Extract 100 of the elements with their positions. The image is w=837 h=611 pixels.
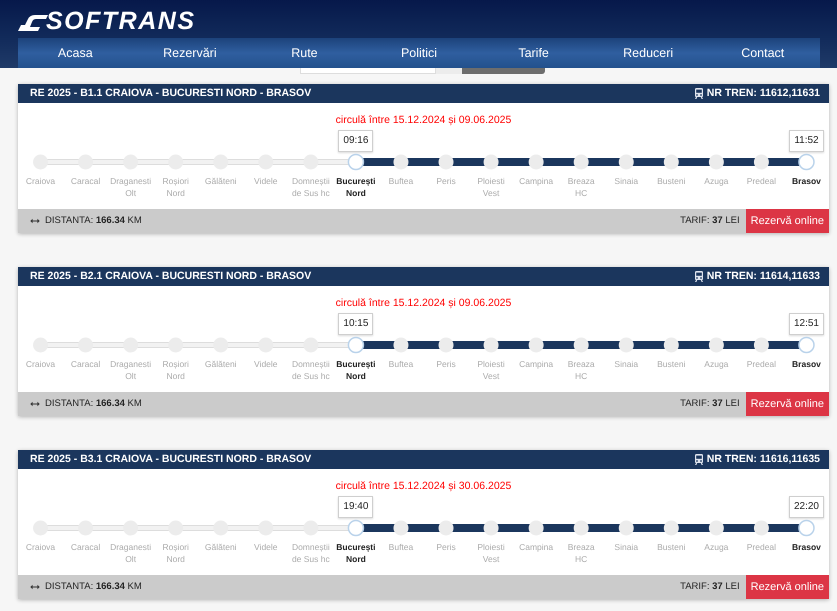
station-name: Campina (519, 176, 554, 188)
station-marker[interactable] (798, 154, 815, 170)
station-dot[interactable] (33, 338, 48, 352)
station-dot[interactable] (574, 520, 589, 536)
station-dot[interactable] (618, 154, 634, 170)
station-dot[interactable] (78, 154, 94, 170)
route-title: RE 2025 - B3.1 CRAIOVA - BUCURESTI NORD - BRASOV (30, 452, 312, 467)
train-numbers: NR TREN: 11614,11633 (706, 268, 820, 284)
station-dot[interactable] (708, 338, 724, 352)
station-dot[interactable] (708, 520, 724, 536)
fare-text: TARIF: 37 LEI (680, 580, 740, 594)
station-dot[interactable] (78, 520, 94, 536)
station-dot[interactable] (754, 338, 769, 352)
station-dot[interactable] (303, 154, 318, 170)
station-name: Busteni (657, 176, 686, 188)
station-name: Gălăteni (204, 176, 237, 188)
station-dot[interactable] (213, 520, 228, 536)
book-online-button[interactable]: Rezervă online (746, 392, 829, 416)
station-dot[interactable] (618, 520, 634, 536)
station-name: Predeal (746, 176, 776, 188)
station-dot[interactable] (33, 520, 48, 536)
station-name: Caracal (70, 542, 100, 554)
station-name: Campina (519, 542, 554, 554)
station-name: București Nord (336, 176, 376, 199)
double-arrow-icon (30, 401, 40, 407)
station-dot[interactable] (438, 154, 454, 170)
station-dot[interactable] (213, 338, 228, 352)
station-dot[interactable] (258, 154, 274, 170)
double-arrow-icon (30, 218, 40, 224)
station-marker[interactable] (798, 520, 815, 536)
station-name: Ploiesti Vest (477, 176, 505, 199)
station-dot[interactable] (754, 154, 769, 170)
station-dot[interactable] (123, 154, 138, 170)
station-dot[interactable] (664, 338, 679, 352)
station-dot[interactable] (123, 520, 138, 536)
station-dot[interactable] (708, 154, 724, 170)
station-dot[interactable] (754, 520, 769, 536)
station-dot[interactable] (574, 338, 589, 352)
station-dot[interactable] (258, 338, 274, 352)
station-dot[interactable] (484, 338, 499, 352)
station-name: Ploiesti Vest (477, 359, 505, 382)
station-dot[interactable] (528, 338, 544, 352)
station-dot[interactable] (664, 154, 679, 170)
dropdown-field[interactable] (436, 68, 462, 74)
station-dot[interactable] (168, 154, 184, 170)
station-name: Sinaia (614, 176, 638, 188)
station-name: Breaza HC (568, 176, 595, 199)
validity-dates: circulă între 15.12.2024 și 09.06.2025 (336, 113, 512, 127)
station-name: Buftea (388, 359, 414, 370)
station-dot[interactable] (33, 154, 48, 170)
station-dot[interactable] (484, 154, 499, 170)
station-dot[interactable] (303, 520, 318, 536)
station-dot[interactable] (484, 520, 499, 536)
station-dot[interactable] (168, 338, 184, 352)
station-dot[interactable] (258, 520, 274, 536)
station-dot[interactable] (123, 338, 138, 352)
train-icon (694, 454, 704, 465)
nav-link[interactable]: Contact (705, 38, 820, 68)
station-name: Brasov (792, 542, 821, 554)
station-dot[interactable] (528, 154, 544, 170)
station-marker[interactable] (348, 336, 364, 354)
station-name: Breaza HC (568, 542, 595, 565)
station-dot[interactable] (574, 154, 589, 170)
nav-link[interactable]: Reduceri (590, 38, 706, 68)
train-numbers: NR TREN: 11612,11631 (706, 86, 820, 101)
station-dot[interactable] (664, 520, 679, 536)
book-online-button[interactable]: Rezervă online (746, 575, 829, 599)
station-dot[interactable] (168, 520, 184, 536)
route-title: RE 2025 - B1.1 CRAIOVA - BUCURESTI NORD - BRASOV (30, 86, 312, 101)
station-marker[interactable] (798, 336, 815, 354)
station-time: 19:40 (338, 496, 374, 518)
station-name: Draganesti Olt (110, 176, 152, 199)
station-name: Busteni (657, 542, 686, 554)
station-name: București Nord (336, 542, 376, 565)
station-dot[interactable] (78, 338, 94, 352)
station-name: Breaza HC (568, 359, 595, 382)
station-dot[interactable] (393, 338, 408, 352)
nav-link[interactable]: Rezervări (132, 38, 248, 68)
nav-link[interactable]: Rute (247, 38, 362, 68)
station-dot[interactable] (393, 154, 408, 170)
validity-dates: circulă între 15.12.2024 și 30.06.2025 (336, 479, 512, 493)
station-name: Domneștii de Sus hc (292, 176, 330, 199)
station-dot[interactable] (303, 338, 318, 352)
search-field[interactable] (300, 68, 436, 74)
station-time: 09:16 (338, 130, 374, 152)
logo-text[interactable]: SOFTRANS (46, 8, 196, 34)
station-marker[interactable] (348, 154, 364, 170)
station-dot[interactable] (213, 154, 228, 170)
station-dot[interactable] (528, 520, 544, 536)
station-marker[interactable] (348, 520, 364, 536)
station-dot[interactable] (618, 338, 634, 352)
station-time: 12:51 (788, 313, 824, 335)
nav-link[interactable]: Politici (362, 38, 476, 68)
station-name: Roșiori Nord (162, 542, 189, 565)
book-online-button[interactable]: Rezervă online (746, 209, 829, 233)
station-dot[interactable] (438, 520, 454, 536)
nav-link[interactable]: Tarife (476, 38, 591, 68)
station-dot[interactable] (438, 338, 454, 352)
nav-link[interactable]: Acasa (18, 38, 133, 68)
station-dot[interactable] (393, 520, 408, 536)
